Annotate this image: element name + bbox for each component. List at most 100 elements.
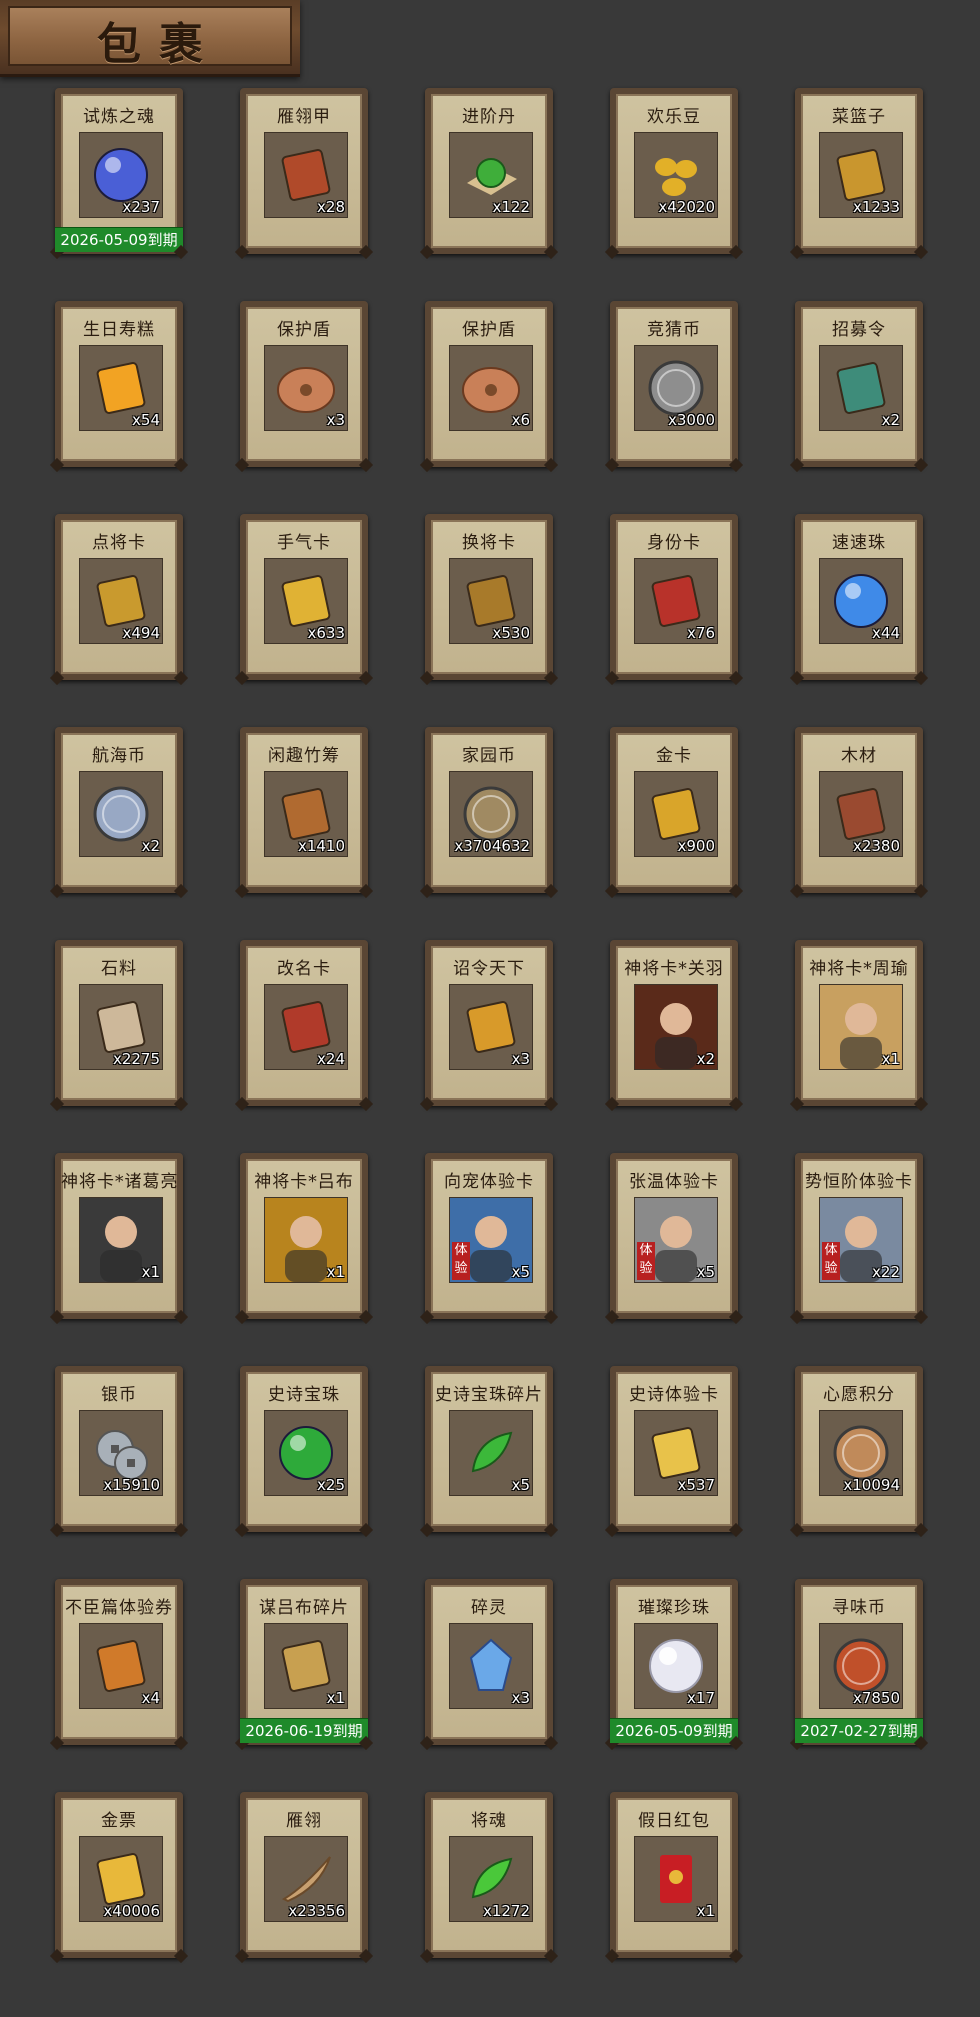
item-card[interactable]: 家园币 x3704632 bbox=[425, 727, 553, 893]
item-icon-frame: x44 bbox=[819, 558, 903, 644]
item-icon-frame: x42020 bbox=[634, 132, 718, 218]
item-icon-frame: 体验 x5 bbox=[634, 1197, 718, 1283]
item-icon-frame: x237 bbox=[79, 132, 163, 218]
item-card[interactable]: 寻味币 x7850 2027-02-27到期 bbox=[795, 1579, 923, 1745]
item-card[interactable]: 竞猜币 x3000 bbox=[610, 301, 738, 467]
item-card[interactable]: 身份卡 x76 bbox=[610, 514, 738, 680]
trial-badge: 体验 bbox=[822, 1242, 840, 1280]
item-icon-frame: x1410 bbox=[264, 771, 348, 857]
item-quantity: x5 bbox=[511, 1263, 530, 1281]
item-quantity: x5 bbox=[511, 1476, 530, 1494]
item-name: 神将卡*周瑜 bbox=[809, 959, 909, 979]
item-icon-frame: x3704632 bbox=[449, 771, 533, 857]
item-card[interactable]: 欢乐豆 x42020 bbox=[610, 88, 738, 254]
item-name: 心愿积分 bbox=[823, 1385, 895, 1405]
item-icon-frame: x5 bbox=[449, 1410, 533, 1496]
item-card[interactable]: 换将卡 x530 bbox=[425, 514, 553, 680]
item-name: 碎灵 bbox=[471, 1598, 507, 1618]
item-card[interactable]: 保护盾 x3 bbox=[240, 301, 368, 467]
item-quantity: x2275 bbox=[112, 1050, 160, 1068]
item-icon-frame: x900 bbox=[634, 771, 718, 857]
item-icon-frame: x40006 bbox=[79, 1836, 163, 1922]
item-card[interactable]: 张温体验卡体验 x5 bbox=[610, 1153, 738, 1319]
item-card[interactable]: 航海币 x2 bbox=[55, 727, 183, 893]
item-icon-frame: x6 bbox=[449, 345, 533, 431]
item-name: 闲趣竹筹 bbox=[268, 746, 340, 766]
item-quantity: x23356 bbox=[288, 1902, 345, 1920]
item-card[interactable]: 招募令 x2 bbox=[795, 301, 923, 467]
item-card[interactable]: 诏令天下 x3 bbox=[425, 940, 553, 1106]
item-card[interactable]: 金卡 x900 bbox=[610, 727, 738, 893]
item-name: 航海币 bbox=[92, 746, 146, 766]
item-card[interactable]: 金票 x40006 bbox=[55, 1792, 183, 1958]
item-card[interactable]: 神将卡*关羽 x2 bbox=[610, 940, 738, 1106]
item-name: 张温体验卡 bbox=[629, 1172, 719, 1192]
item-name: 保护盾 bbox=[462, 320, 516, 340]
item-card[interactable]: 神将卡*周瑜 x1 bbox=[795, 940, 923, 1106]
item-quantity: x44 bbox=[872, 624, 900, 642]
item-quantity: x7850 bbox=[852, 1689, 900, 1707]
item-icon-frame: 体验 x5 bbox=[449, 1197, 533, 1283]
item-quantity: x1233 bbox=[852, 198, 900, 216]
item-icon-frame: x1 bbox=[264, 1623, 348, 1709]
expiry-banner: 2026-05-09到期 bbox=[55, 227, 183, 252]
item-card[interactable]: 手气卡 x633 bbox=[240, 514, 368, 680]
item-card[interactable]: 史诗宝珠 x25 bbox=[240, 1366, 368, 1532]
item-name: 假日红包 bbox=[638, 1811, 710, 1831]
item-card[interactable]: 神将卡*诸葛亮 x1 bbox=[55, 1153, 183, 1319]
item-quantity: x5 bbox=[696, 1263, 715, 1281]
item-card[interactable]: 雁翎甲 x28 bbox=[240, 88, 368, 254]
item-card[interactable]: 保护盾 x6 bbox=[425, 301, 553, 467]
item-quantity: x3704632 bbox=[454, 837, 530, 855]
item-card[interactable]: 生日寿糕 x54 bbox=[55, 301, 183, 467]
item-card[interactable]: 石料 x2275 bbox=[55, 940, 183, 1106]
item-quantity: x28 bbox=[317, 198, 345, 216]
item-quantity: x122 bbox=[492, 198, 530, 216]
item-card[interactable]: 神将卡*吕布 x1 bbox=[240, 1153, 368, 1319]
item-card[interactable]: 进阶丹 x122 bbox=[425, 88, 553, 254]
item-card[interactable]: 假日红包 x1 bbox=[610, 1792, 738, 1958]
item-card[interactable]: 向宠体验卡体验 x5 bbox=[425, 1153, 553, 1319]
item-card[interactable]: 点将卡 x494 bbox=[55, 514, 183, 680]
item-name: 神将卡*关羽 bbox=[624, 959, 724, 979]
item-card[interactable]: 璀璨珍珠 x17 2026-05-09到期 bbox=[610, 1579, 738, 1745]
item-card[interactable]: 菜篮子 x1233 bbox=[795, 88, 923, 254]
item-card[interactable]: 势恒阶体验卡体验 x22 bbox=[795, 1153, 923, 1319]
item-name: 将魂 bbox=[471, 1811, 507, 1831]
item-quantity: x3000 bbox=[667, 411, 715, 429]
item-name: 势恒阶体验卡 bbox=[805, 1172, 913, 1192]
item-card[interactable]: 史诗体验卡 x537 bbox=[610, 1366, 738, 1532]
item-name: 换将卡 bbox=[462, 533, 516, 553]
item-name: 雁翎甲 bbox=[277, 107, 331, 127]
item-name: 招募令 bbox=[832, 320, 886, 340]
item-quantity: x15910 bbox=[103, 1476, 160, 1494]
item-card[interactable]: 速速珠 x44 bbox=[795, 514, 923, 680]
item-card[interactable]: 木材 x2380 bbox=[795, 727, 923, 893]
item-icon-frame: x4 bbox=[79, 1623, 163, 1709]
item-icon-frame: x3 bbox=[264, 345, 348, 431]
item-card[interactable]: 谋吕布碎片 x1 2026-06-19到期 bbox=[240, 1579, 368, 1745]
item-icon-frame: x2 bbox=[79, 771, 163, 857]
item-card[interactable]: 改名卡 x24 bbox=[240, 940, 368, 1106]
item-quantity: x3 bbox=[511, 1689, 530, 1707]
item-name: 金卡 bbox=[656, 746, 692, 766]
item-card[interactable]: 碎灵 x3 bbox=[425, 1579, 553, 1745]
item-quantity: x1 bbox=[881, 1050, 900, 1068]
item-quantity: x530 bbox=[492, 624, 530, 642]
item-card[interactable]: 史诗宝珠碎片 x5 bbox=[425, 1366, 553, 1532]
item-quantity: x42020 bbox=[658, 198, 715, 216]
item-card[interactable]: 雁翎 x23356 bbox=[240, 1792, 368, 1958]
item-icon-frame: x54 bbox=[79, 345, 163, 431]
item-quantity: x54 bbox=[132, 411, 160, 429]
item-icon-frame: x1 bbox=[79, 1197, 163, 1283]
item-card[interactable]: 不臣篇体验券 x4 bbox=[55, 1579, 183, 1745]
item-card[interactable]: 银币 x15910 bbox=[55, 1366, 183, 1532]
item-card[interactable]: 心愿积分 x10094 bbox=[795, 1366, 923, 1532]
item-icon-frame: x3000 bbox=[634, 345, 718, 431]
item-card[interactable]: 试炼之魂 x237 2026-05-09到期 bbox=[55, 88, 183, 254]
item-name: 向宠体验卡 bbox=[444, 1172, 534, 1192]
item-card[interactable]: 将魂 x1272 bbox=[425, 1792, 553, 1958]
item-icon-frame: 体验 x22 bbox=[819, 1197, 903, 1283]
item-icon-frame: x633 bbox=[264, 558, 348, 644]
item-card[interactable]: 闲趣竹筹 x1410 bbox=[240, 727, 368, 893]
